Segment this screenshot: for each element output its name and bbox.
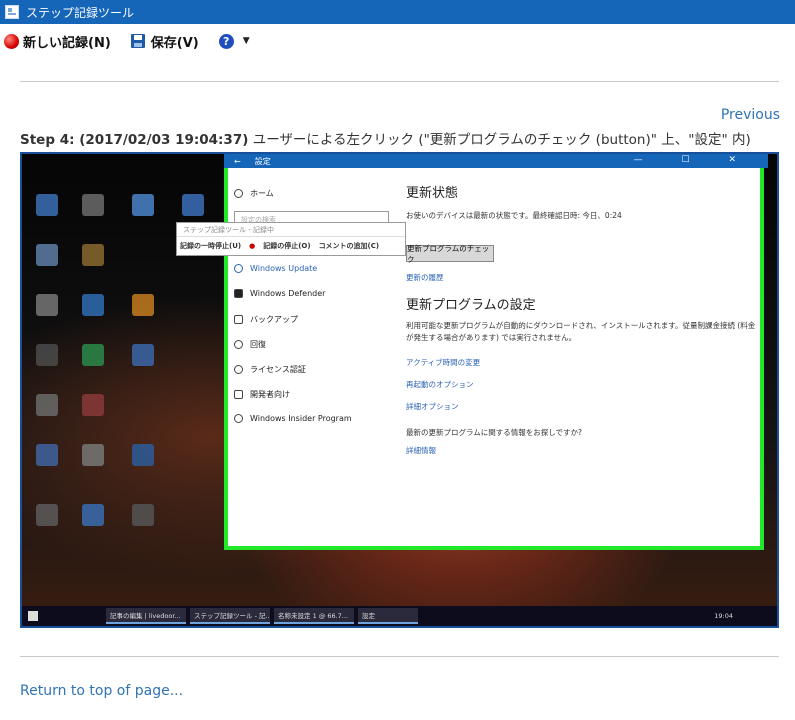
active-hours-link[interactable]: アクティブ時間の変更	[406, 357, 480, 368]
settings-window-title: 設定	[254, 156, 271, 166]
nav-item-windows-update[interactable]: Windows Update	[234, 264, 317, 273]
taskbar-item[interactable]: 名称未設定 1 @ 66.7...	[274, 608, 354, 624]
nav-item-home[interactable]: ホーム	[234, 188, 274, 199]
comment-button[interactable]: コメントの追加(C)	[319, 241, 380, 251]
desktop-icon	[82, 194, 104, 216]
stop-icon: ●	[249, 242, 256, 250]
nav-item-label: Windows Update	[250, 264, 318, 273]
nav-item-label: 開発者向け	[250, 390, 290, 399]
desktop-icon	[36, 394, 58, 416]
update-status-heading: 更新状態	[406, 186, 459, 201]
desktop-icon	[36, 344, 58, 366]
pause-record-button[interactable]: 記録の一時停止(U)	[180, 241, 241, 251]
nav-item-developers[interactable]: 開発者向け	[234, 389, 290, 400]
windows-start-icon[interactable]	[28, 611, 38, 621]
shield-icon	[234, 289, 243, 298]
step-description: ユーザーによる左クリック ("更新プログラムのチェック (button)" 上、…	[248, 132, 751, 148]
desktop-icon	[132, 504, 154, 526]
back-arrow-icon[interactable]: ←	[234, 157, 241, 166]
update-history-link[interactable]: 更新の履歴	[406, 272, 444, 283]
desktop-icon	[82, 344, 104, 366]
gear-icon	[234, 189, 243, 198]
nav-item-label: バックアップ	[250, 315, 298, 324]
nav-item-label: ホーム	[250, 189, 274, 198]
advanced-options-link[interactable]: 詳細オプション	[406, 401, 459, 412]
history-icon	[234, 340, 243, 349]
info-question-text: 最新の更新プログラムに関する情報をお探しですか?	[406, 428, 583, 437]
taskbar: 記事の編集 | livedoor... ステップ記録ツール - 記... 名称未…	[22, 606, 777, 626]
stop-record-button[interactable]: 記録の停止(O)	[263, 241, 310, 251]
taskbar-item[interactable]: 記事の編集 | livedoor...	[106, 608, 186, 624]
nav-item-insider[interactable]: Windows Insider Program	[234, 414, 352, 423]
window-title: ステップ記録ツール	[26, 5, 135, 20]
nav-item-label: Windows Defender	[250, 289, 326, 298]
desktop-icon	[36, 294, 58, 316]
desktop-icon	[182, 194, 204, 216]
nav-item-windows-defender[interactable]: Windows Defender	[234, 289, 325, 298]
desktop-icon	[132, 344, 154, 366]
title-bar: ステップ記録ツール	[0, 0, 795, 24]
desktop-icon	[82, 244, 104, 266]
bottom-divider	[20, 656, 779, 657]
desktop-icon	[82, 394, 104, 416]
top-divider	[20, 81, 779, 82]
desktop-icon	[36, 244, 58, 266]
taskbar-pinned-icons	[42, 608, 102, 624]
record-icon	[4, 33, 19, 49]
desktop-icon	[82, 504, 104, 526]
step-screenshot: ← 設定 — ☐ ✕ ホーム 設定の検索 Windows Update Wind…	[20, 152, 779, 628]
recorder-title: ステップ記録ツール - 記録中	[177, 223, 405, 237]
taskbar-clock: 19:04	[714, 612, 733, 620]
step-heading: Step 4: (2017/02/03 19:04:37)	[20, 132, 249, 148]
nav-item-label: Windows Insider Program	[250, 414, 352, 423]
check-circle-icon	[234, 365, 243, 374]
nav-item-label: 回復	[250, 340, 266, 349]
floppy-disk-icon	[130, 34, 145, 48]
update-status-text: お使いのデバイスは最新の状態です。最終確認日時: 今日、0:24	[406, 211, 622, 220]
update-settings-text: 利用可能な更新プログラムが自動的にダウンロードされ、インストールされます。従量制…	[406, 321, 756, 342]
person-icon	[234, 414, 243, 423]
desktop-icon	[36, 504, 58, 526]
settings-window: ← 設定 — ☐ ✕ ホーム 設定の検索 Windows Update Wind…	[224, 154, 768, 550]
desktop-icon	[82, 444, 104, 466]
return-to-top-link[interactable]: Return to top of page...	[20, 683, 183, 699]
backup-icon	[234, 315, 243, 324]
desktop-icon	[36, 194, 58, 216]
app-icon	[5, 5, 19, 19]
nav-item-backup[interactable]: バックアップ	[234, 314, 298, 325]
step-title: Step 4: (2017/02/03 19:04:37) ユーザーによる左クリ…	[20, 128, 751, 148]
window-controls[interactable]: — ☐ ✕	[634, 155, 754, 165]
nav-item-label: ライセンス認証	[250, 365, 306, 374]
restart-options-link[interactable]: 再起動のオプション	[406, 379, 474, 390]
nav-item-activation[interactable]: ライセンス認証	[234, 364, 306, 375]
save-button[interactable]: 保存(V)	[130, 32, 199, 51]
sliders-icon	[234, 390, 243, 399]
taskbar-item[interactable]: 設定	[358, 608, 418, 624]
recorder-toolbar: 記録の一時停止(U) ● 記録の停止(O) コメントの追加(C)	[177, 237, 405, 255]
refresh-icon	[234, 264, 243, 273]
save-label: 保存(V)	[150, 35, 199, 51]
check-updates-button[interactable]: 更新プログラムのチェック	[406, 244, 494, 264]
settings-title-bar: ← 設定 — ☐ ✕	[224, 154, 768, 168]
toolbar: 新しい記録(N) 保存(V) ? ▼	[0, 28, 250, 54]
desktop-icon	[82, 294, 104, 316]
desktop-icon	[36, 444, 58, 466]
recorder-mini-window: ステップ記録ツール - 記録中 記録の一時停止(U) ● 記録の停止(O) コメ…	[176, 222, 406, 256]
desktop-icon	[132, 294, 154, 316]
previous-link[interactable]: Previous	[721, 107, 780, 123]
info-link[interactable]: 詳細情報	[406, 445, 436, 456]
new-record-label: 新しい記録(N)	[23, 35, 111, 51]
new-record-button[interactable]: 新しい記録(N)	[4, 32, 111, 51]
nav-item-recovery[interactable]: 回復	[234, 339, 266, 350]
taskbar-item[interactable]: ステップ記録ツール - 記...	[190, 608, 270, 624]
update-settings-heading: 更新プログラムの設定	[406, 298, 536, 313]
desktop-icon	[132, 444, 154, 466]
chevron-down-icon[interactable]: ▼	[243, 36, 250, 46]
desktop-icon	[132, 194, 154, 216]
help-icon[interactable]: ?	[218, 33, 234, 49]
